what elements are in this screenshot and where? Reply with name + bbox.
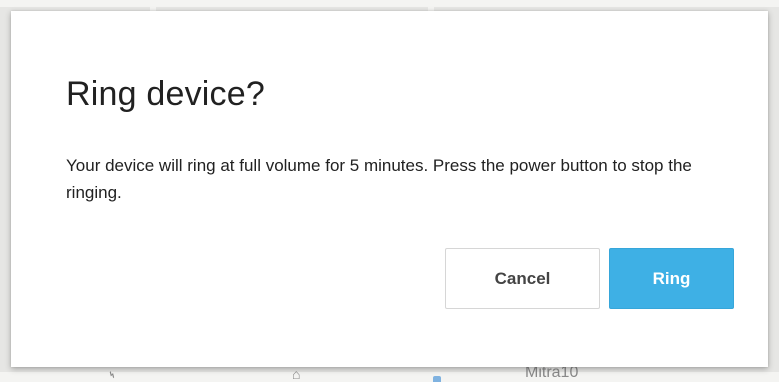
map-road: [0, 0, 779, 7]
map-poi-icon: ⌂: [292, 366, 301, 382]
cancel-button[interactable]: Cancel: [445, 248, 600, 309]
dialog-title: Ring device?: [66, 75, 265, 113]
dialog-message: Your device will ring at full volume for…: [66, 156, 692, 202]
map-marker-icon[interactable]: [433, 376, 441, 382]
ring-device-dialog: Ring device? Your device will ring at fu…: [11, 11, 768, 367]
ring-button[interactable]: Ring: [609, 248, 734, 309]
